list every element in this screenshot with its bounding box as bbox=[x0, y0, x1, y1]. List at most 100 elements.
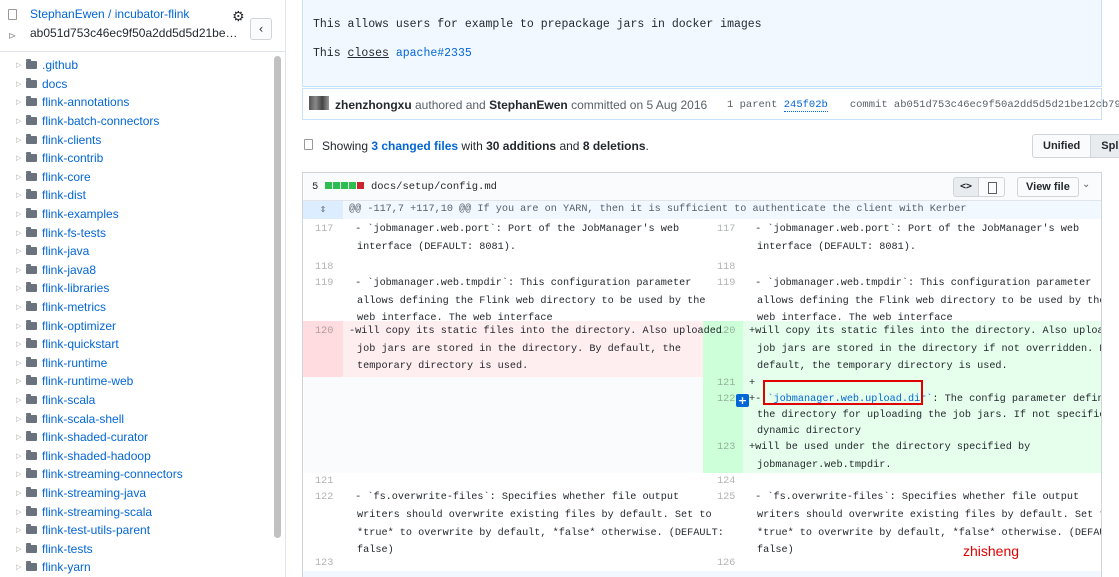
file-tree: ▷ .github ▷ docs ▷ flink-annotations ▷ flink-ba… bbox=[0, 56, 272, 577]
line-number[interactable]: 122 bbox=[315, 489, 343, 508]
line-number[interactable]: 123 bbox=[717, 439, 745, 458]
sidebar-item-label: flink-tests bbox=[42, 541, 93, 556]
line-number[interactable]: 120 bbox=[315, 323, 343, 342]
line-number[interactable]: 119 bbox=[717, 275, 745, 294]
sidebar-item-flink-java[interactable]: ▷ flink-java bbox=[0, 242, 272, 261]
expand-triangle-icon[interactable]: ▷ bbox=[16, 191, 26, 199]
sidebar-item-flink-annotations[interactable]: ▷ flink-annotations bbox=[0, 93, 272, 112]
sidebar-item-flink-runtime-web[interactable]: ▷ flink-runtime-web bbox=[0, 372, 272, 391]
committer-link[interactable]: StephanEwen bbox=[489, 98, 568, 112]
file-path[interactable]: docs/setup/config.md bbox=[371, 181, 497, 193]
sidebar-item-label: flink-shaded-hadoop bbox=[42, 448, 151, 463]
sidebar-item-flink-runtime[interactable]: ▷ flink-runtime bbox=[0, 354, 272, 373]
sidebar-item-flink-scala[interactable]: ▷ flink-scala bbox=[0, 391, 272, 410]
expand-icon[interactable]: ⇕ bbox=[303, 201, 343, 219]
sidebar-item-flink-shaded-hadoop[interactable]: ▷ flink-shaded-hadoop bbox=[0, 446, 272, 465]
add-comment-button[interactable]: + bbox=[736, 394, 749, 407]
author-link[interactable]: zhenzhongxu bbox=[335, 98, 412, 112]
expand-triangle-icon[interactable]: ▷ bbox=[16, 154, 26, 162]
expand-triangle-icon[interactable]: ▷ bbox=[16, 433, 26, 441]
expand-triangle-icon[interactable]: ▷ bbox=[16, 359, 26, 367]
repo-link[interactable]: StephanEwen / incubator-flink bbox=[30, 7, 189, 21]
line-number[interactable]: 123 bbox=[315, 555, 343, 574]
gear-icon[interactable]: ⚙ bbox=[232, 9, 245, 25]
code-line: false) bbox=[757, 545, 794, 556]
sidebar-item-flink-shaded-curator[interactable]: ▷ flink-shaded-curator bbox=[0, 428, 272, 447]
expand-triangle-icon[interactable]: ▷ bbox=[16, 284, 26, 292]
expand-triangle-icon[interactable]: ▷ bbox=[16, 210, 26, 218]
split-button[interactable]: Split bbox=[1090, 134, 1119, 158]
folder-icon bbox=[26, 505, 37, 516]
rich-diff-icon[interactable] bbox=[979, 177, 1005, 197]
expand-triangle-icon[interactable]: ▷ bbox=[16, 266, 26, 274]
sidebar-item-flink-core[interactable]: ▷ flink-core bbox=[0, 168, 272, 187]
sidebar-item-flink-examples[interactable]: ▷ flink-examples bbox=[0, 205, 272, 224]
issue-link[interactable]: apache#2335 bbox=[396, 47, 472, 60]
expand-triangle-icon[interactable]: ▷ bbox=[16, 98, 26, 106]
sidebar-item-github[interactable]: ▷ .github bbox=[0, 56, 272, 75]
sidebar-item-flink-batch-connectors[interactable]: ▷ flink-batch-connectors bbox=[0, 112, 272, 131]
expand-triangle-icon[interactable]: ▷ bbox=[16, 489, 26, 497]
sidebar-item-flink-tests[interactable]: ▷ flink-tests bbox=[0, 539, 272, 558]
line-number[interactable]: 125 bbox=[717, 489, 745, 508]
code-line: - `jobmanager.web.port`: Port of the Job… bbox=[349, 224, 680, 235]
unified-button[interactable]: Unified bbox=[1032, 134, 1091, 158]
expand-triangle-icon[interactable]: ▷ bbox=[16, 117, 26, 125]
parent-sha-link[interactable]: 245f02b bbox=[783, 99, 828, 112]
code-line: temporary directory is used. bbox=[357, 361, 529, 372]
line-number[interactable]: 120 bbox=[717, 323, 745, 342]
changed-files-link[interactable]: 3 changed files bbox=[371, 139, 458, 153]
folder-icon bbox=[26, 431, 37, 442]
view-file-button[interactable]: View file bbox=[1017, 177, 1079, 197]
sidebar-item-flink-streaming-java[interactable]: ▷ flink-streaming-java bbox=[0, 484, 272, 503]
expand-triangle-icon[interactable]: ▷ bbox=[16, 322, 26, 330]
chevron-down-icon[interactable]: ⌄ bbox=[1082, 179, 1090, 190]
expand-triangle-icon[interactable]: ▷ bbox=[16, 229, 26, 237]
sidebar-item-flink-scala-shell[interactable]: ▷ flink-scala-shell bbox=[0, 409, 272, 428]
expand-triangle-icon[interactable]: ▷ bbox=[16, 508, 26, 516]
expand-triangle-icon[interactable]: ▷ bbox=[16, 61, 26, 69]
sidebar-item-flink-fs-tests[interactable]: ▷ flink-fs-tests bbox=[0, 223, 272, 242]
expand-triangle-icon[interactable]: ▷ bbox=[16, 377, 26, 385]
expand-triangle-icon[interactable]: ▷ bbox=[16, 563, 26, 571]
sidebar-item-flink-dist[interactable]: ▷ flink-dist bbox=[0, 186, 272, 205]
sidebar-item-flink-yarn[interactable]: ▷ flink-yarn bbox=[0, 558, 272, 577]
sidebar-item-label: .github bbox=[42, 58, 79, 73]
line-number[interactable]: 117 bbox=[717, 221, 745, 240]
sidebar-item-flink-contrib[interactable]: ▷ flink-contrib bbox=[0, 149, 272, 168]
expand-triangle-icon[interactable]: ▷ bbox=[16, 247, 26, 255]
expand-triangle-icon[interactable]: ▷ bbox=[16, 545, 26, 553]
sidebar-item-label: flink-core bbox=[42, 169, 91, 184]
sidebar-scrollbar[interactable] bbox=[274, 56, 281, 538]
expand-triangle-icon[interactable]: ▷ bbox=[16, 173, 26, 181]
code-view-icon[interactable]: <> bbox=[953, 177, 979, 197]
expand-triangle-icon[interactable]: ▷ bbox=[16, 415, 26, 423]
expand-triangle-icon[interactable]: ▷ bbox=[16, 452, 26, 460]
expand-triangle-icon[interactable]: ▷ bbox=[16, 303, 26, 311]
sidebar-item-flink-quickstart[interactable]: ▷ flink-quickstart bbox=[0, 335, 272, 354]
sidebar-item-flink-metrics[interactable]: ▷ flink-metrics bbox=[0, 298, 272, 317]
sidebar-item-label: flink-metrics bbox=[42, 300, 107, 315]
sidebar-item-flink-optimizer[interactable]: ▷ flink-optimizer bbox=[0, 316, 272, 335]
sidebar-item-flink-streaming-connectors[interactable]: ▷ flink-streaming-connectors bbox=[0, 465, 272, 484]
line-number[interactable]: 117 bbox=[315, 221, 343, 240]
expand-triangle-icon[interactable]: ▷ bbox=[16, 470, 26, 478]
expand-triangle-icon[interactable]: ▷ bbox=[16, 136, 26, 144]
sidebar-item-flink-streaming-scala[interactable]: ▷ flink-streaming-scala bbox=[0, 502, 272, 521]
sidebar-item-flink-clients[interactable]: ▷ flink-clients bbox=[0, 130, 272, 149]
expand-triangle-icon[interactable]: ▷ bbox=[16, 396, 26, 404]
collapse-sidebar-button[interactable]: ‹ bbox=[250, 18, 272, 40]
sidebar-item-flink-libraries[interactable]: ▷ flink-libraries bbox=[0, 279, 272, 298]
repo-icon bbox=[8, 9, 17, 20]
commit-sha: ab051d753c46ec9f50a2dd5d5d21be12cb799f16 bbox=[30, 26, 240, 40]
expand-triangle-icon[interactable]: ▷ bbox=[16, 340, 26, 348]
folder-icon bbox=[26, 245, 37, 256]
line-number[interactable]: 126 bbox=[717, 555, 745, 574]
line-number[interactable]: 119 bbox=[315, 275, 343, 294]
avatar[interactable] bbox=[309, 96, 329, 110]
sidebar-item-docs[interactable]: ▷ docs bbox=[0, 75, 272, 94]
expand-triangle-icon[interactable]: ▷ bbox=[16, 526, 26, 534]
sidebar-item-flink-test-utils-parent[interactable]: ▷ flink-test-utils-parent bbox=[0, 521, 272, 540]
expand-triangle-icon[interactable]: ▷ bbox=[16, 80, 26, 88]
sidebar-item-flink-java8[interactable]: ▷ flink-java8 bbox=[0, 261, 272, 280]
